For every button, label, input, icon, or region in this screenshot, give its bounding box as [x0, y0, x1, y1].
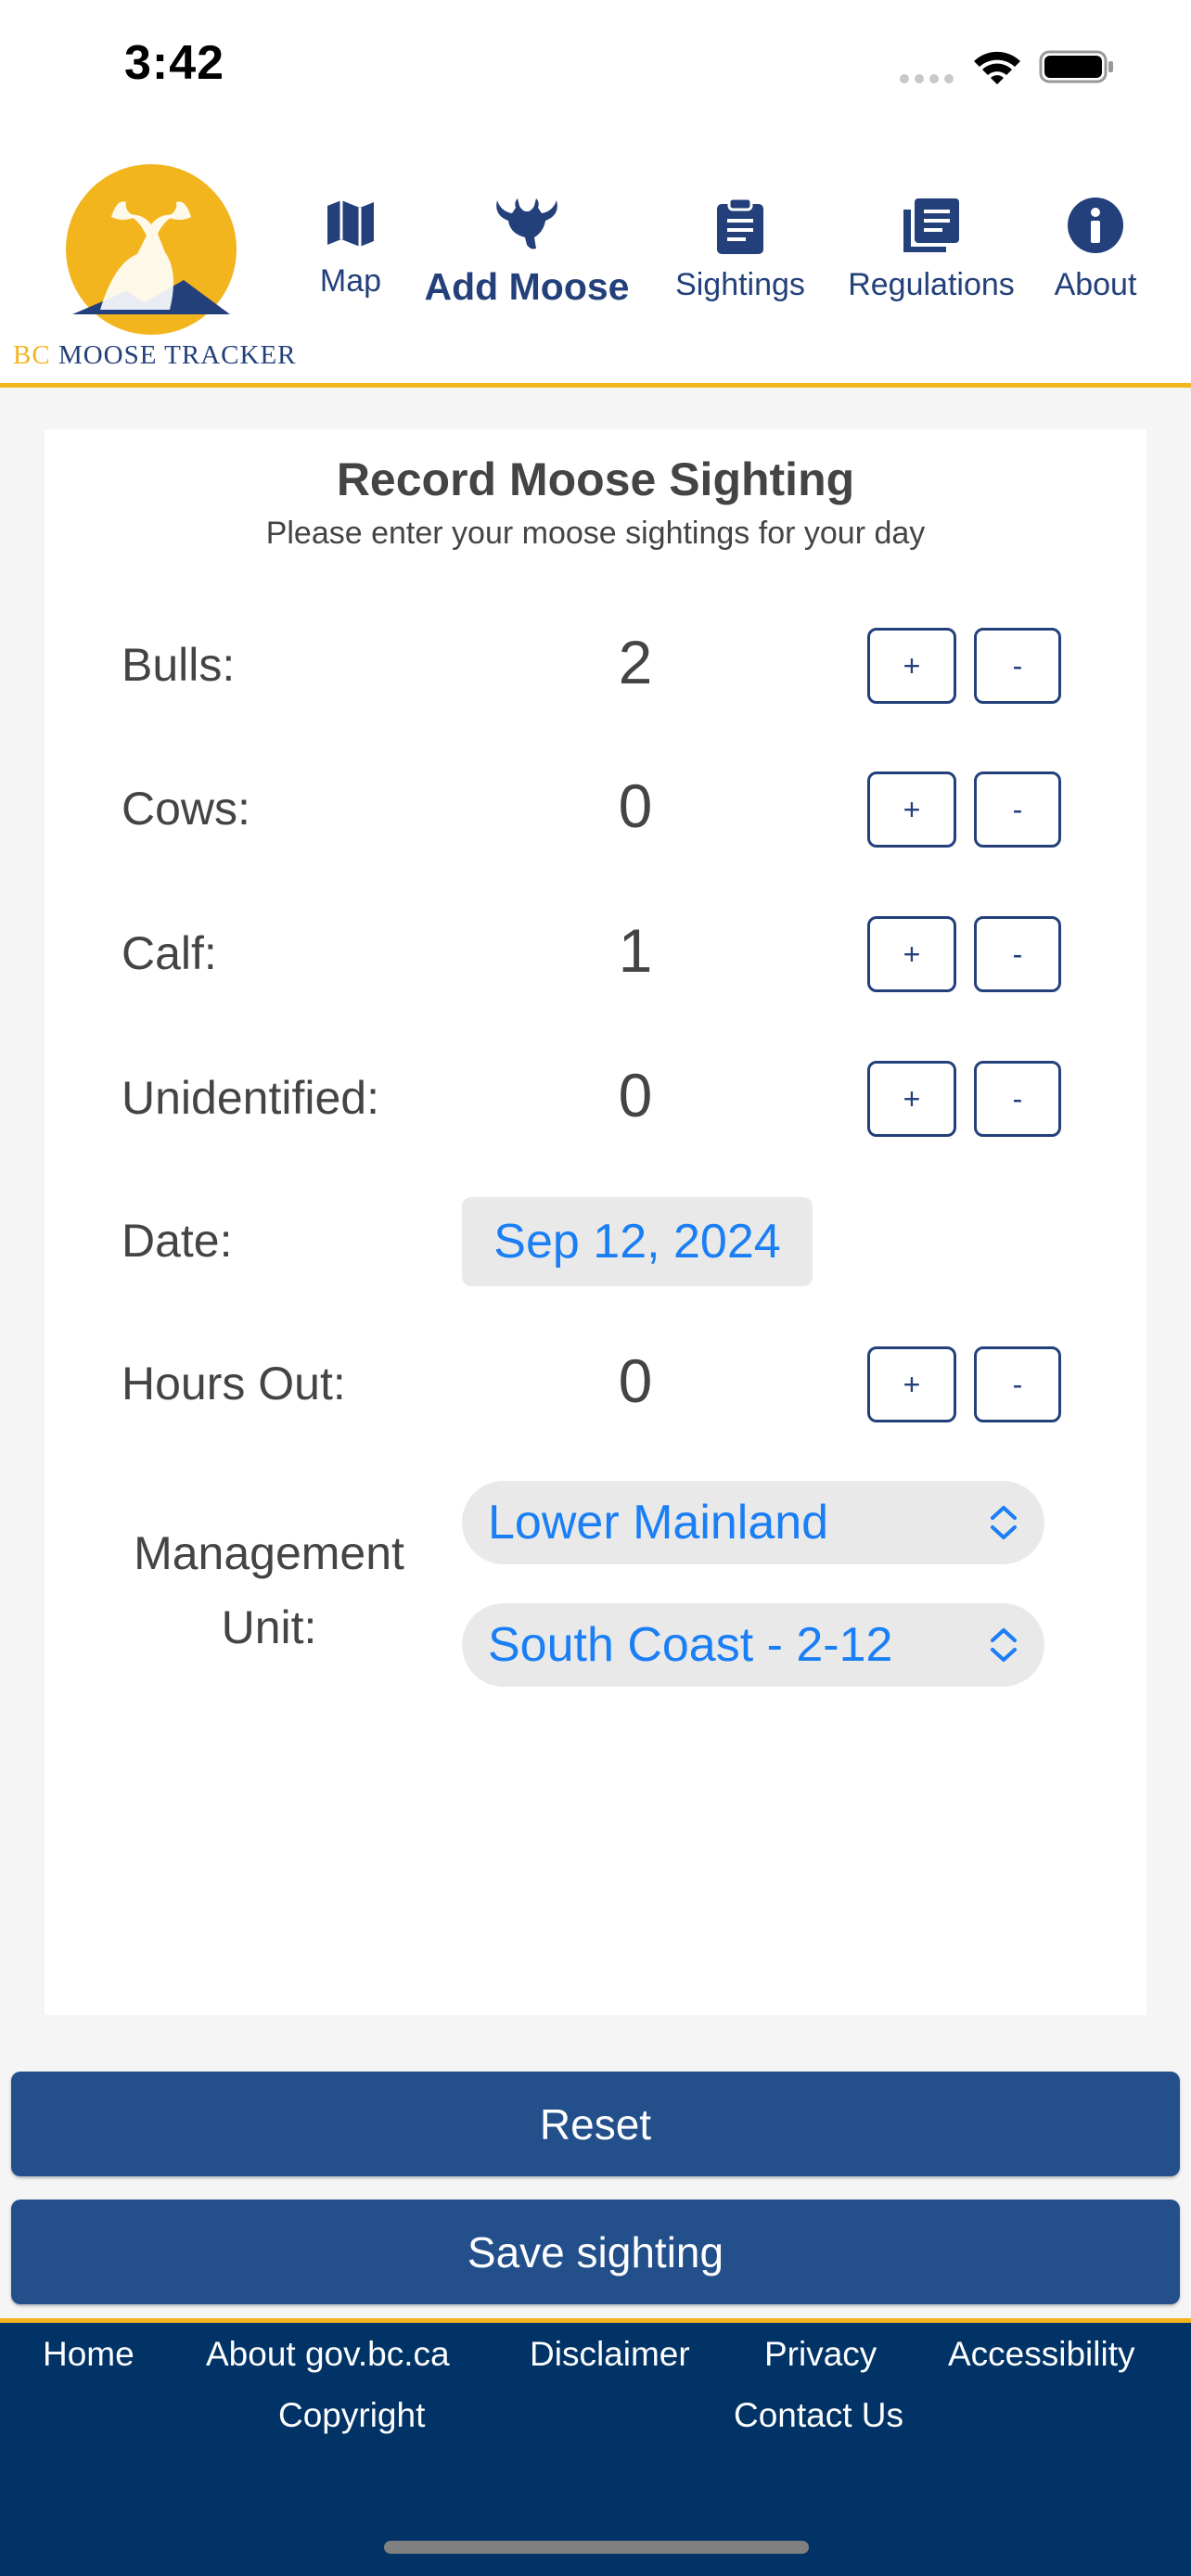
- unidentified-increment-button[interactable]: +: [867, 1061, 956, 1137]
- nav-regulations-label: Regulations: [848, 267, 1015, 302]
- wifi-icon: [974, 51, 1020, 84]
- nav-add-moose[interactable]: Add Moose: [416, 195, 638, 309]
- calf-increment-button[interactable]: +: [867, 916, 956, 992]
- region-select[interactable]: Lower Mainland: [462, 1481, 1044, 1564]
- footer-link-accessibility[interactable]: Accessibility: [948, 2335, 1135, 2374]
- status-bar: 3:42: [0, 0, 1191, 139]
- footer-link-home[interactable]: Home: [43, 2335, 134, 2374]
- nav-sightings[interactable]: Sightings: [666, 197, 814, 303]
- footer-link-about-gov[interactable]: About gov.bc.ca: [206, 2335, 450, 2374]
- bulls-count: 2: [618, 628, 653, 696]
- management-unit-label: Management Unit:: [134, 1527, 404, 1653]
- save-sighting-button[interactable]: Save sighting: [11, 2200, 1180, 2304]
- clipboard-icon: [717, 197, 763, 254]
- nav-about-label: About: [1054, 267, 1137, 302]
- reset-button[interactable]: Reset: [11, 2072, 1180, 2176]
- cows-label: Cows:: [122, 783, 250, 835]
- unidentified-decrement-button[interactable]: -: [974, 1061, 1061, 1137]
- nav-sightings-label: Sightings: [675, 267, 805, 302]
- nav-map-label: Map: [319, 263, 382, 299]
- cows-decrement-button[interactable]: -: [974, 772, 1061, 848]
- moose-icon: [496, 198, 557, 249]
- nav-regulations[interactable]: Regulations: [839, 197, 1024, 303]
- unidentified-count: 0: [618, 1061, 653, 1129]
- status-time: 3:42: [124, 36, 225, 90]
- nav-map[interactable]: Map: [306, 197, 395, 300]
- footer-link-disclaimer[interactable]: Disclaimer: [530, 2335, 690, 2374]
- chevron-up-down-icon: [991, 1506, 1017, 1539]
- top-navigation: BC MOOSE TRACKER Map Add Moose Sightings: [0, 139, 1191, 388]
- footer-link-privacy[interactable]: Privacy: [764, 2335, 877, 2374]
- hours-increment-button[interactable]: +: [867, 1346, 956, 1422]
- calf-decrement-button[interactable]: -: [974, 916, 1061, 992]
- nav-about[interactable]: About: [1044, 197, 1146, 303]
- battery-icon: [1039, 50, 1113, 83]
- footer-link-contact[interactable]: Contact Us: [734, 2396, 903, 2435]
- unit-select-value: South Coast - 2-12: [488, 1618, 893, 1672]
- footer-link-copyright[interactable]: Copyright: [278, 2396, 425, 2435]
- home-indicator: [384, 2541, 809, 2554]
- form-title: Record Moose Sighting: [336, 453, 855, 505]
- form-subtitle: Please enter your moose sightings for yo…: [265, 516, 926, 551]
- unit-select[interactable]: South Coast - 2-12: [462, 1603, 1044, 1687]
- logo-text: BC MOOSE TRACKER: [13, 340, 297, 370]
- bulls-increment-button[interactable]: +: [867, 628, 956, 704]
- book-icon: [903, 198, 959, 252]
- bulls-label: Bulls:: [122, 639, 236, 691]
- cellular-signal-icon: [900, 74, 954, 83]
- calf-count: 1: [618, 916, 653, 985]
- bulls-decrement-button[interactable]: -: [974, 628, 1061, 704]
- hours-out-label: Hours Out:: [122, 1358, 346, 1409]
- date-label: Date:: [122, 1215, 233, 1267]
- hours-decrement-button[interactable]: -: [974, 1346, 1061, 1422]
- chevron-up-down-icon: [991, 1628, 1017, 1662]
- date-picker[interactable]: Sep 12, 2024: [462, 1197, 813, 1286]
- cows-count: 0: [618, 772, 653, 840]
- unidentified-label: Unidentified:: [122, 1072, 379, 1124]
- calf-label: Calf:: [122, 927, 217, 979]
- map-icon: [327, 200, 374, 247]
- info-icon: [1068, 198, 1123, 253]
- hours-out-count: 0: [618, 1346, 653, 1415]
- region-select-value: Lower Mainland: [488, 1496, 829, 1549]
- cows-increment-button[interactable]: +: [867, 772, 956, 848]
- nav-add-moose-label: Add Moose: [424, 265, 630, 308]
